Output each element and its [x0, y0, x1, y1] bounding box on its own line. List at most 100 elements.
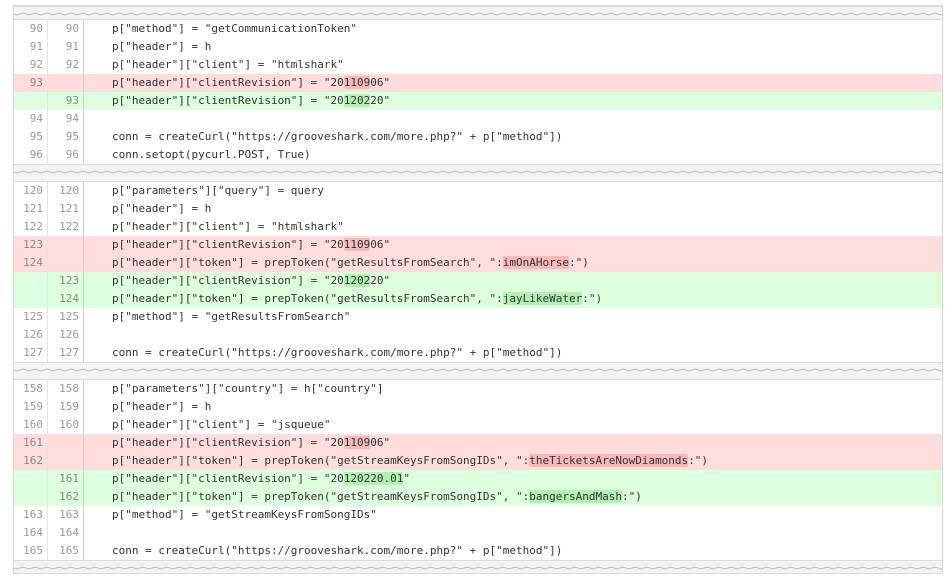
code-segment: p["header"]["clientRevision"] = "20 [112, 76, 344, 89]
code-text: p["method"] = "getCommunicationToken" [84, 20, 942, 38]
code-segment: 06" [370, 436, 391, 449]
new-line-number: 127 [48, 344, 84, 362]
context-line: 127 127 conn = createCurl("https://grooves… [14, 344, 942, 362]
new-line-number [48, 74, 84, 92]
context-line: 164 164 [14, 524, 942, 542]
context-line: 122 122 p["header"]["client"] = "htmlshark… [14, 218, 942, 236]
new-line-number: 96 [48, 146, 84, 164]
old-line-number [14, 470, 48, 488]
changed-token: imOnAHorse [502, 256, 569, 269]
added-line: 123 p["header"]["clientRevision"] = "2012… [14, 272, 942, 290]
old-line-number: 162 [14, 452, 48, 470]
code-text: p["header"]["token"] = prepToken("getStr… [84, 452, 942, 470]
code-text: p["header"]["client"] = "htmlshark" [84, 56, 942, 74]
new-line-number: 120 [48, 182, 84, 200]
code-segment: conn = createCurl("https://grooveshark.c… [112, 346, 563, 359]
code-text: p["header"]["token"] = prepToken("getRes… [84, 290, 942, 308]
old-line-number: 91 [14, 38, 48, 56]
context-line: 120 120 p["parameters"]["query"] = query [14, 182, 942, 200]
old-line-number: 90 [14, 20, 48, 38]
changed-token: 1109 [343, 238, 371, 251]
new-line-number: 162 [48, 488, 84, 506]
context-line: 158 158 p["parameters"]["country"] = h["co… [14, 380, 942, 398]
old-line-number [14, 488, 48, 506]
new-line-number [48, 434, 84, 452]
code-text: conn = createCurl("https://grooveshark.c… [84, 344, 942, 362]
diff-view: 90 90 p["method"] = "getCommunicationToken… [13, 5, 943, 574]
code-segment: p["header"]["clientRevision"] = "20 [112, 274, 344, 287]
code-segment: " [403, 472, 411, 485]
old-line-number: 163 [14, 506, 48, 524]
code-segment: :") [568, 256, 589, 269]
hunk-separator[interactable] [14, 362, 942, 380]
changed-token: 1202 [343, 94, 371, 107]
code-segment: p["header"]["token"] = prepToken("getStr… [112, 490, 530, 503]
old-line-number [14, 92, 48, 110]
changed-token: 1109 [343, 76, 371, 89]
context-line: 96 96 conn.setopt(pycurl.POST, True) [14, 146, 942, 164]
code-text: p["header"]["clientRevision"] = "2011090… [84, 236, 942, 254]
added-line: 161 p["header"]["clientRevision"] = "2012… [14, 470, 942, 488]
code-segment: conn.setopt(pycurl.POST, True) [112, 148, 311, 161]
changed-token: jayLikeWater [502, 292, 583, 305]
code-segment: p["method"] = "getResultsFromSearch" [112, 310, 351, 323]
old-line-number: 120 [14, 182, 48, 200]
old-line-number: 161 [14, 434, 48, 452]
new-line-number: 93 [48, 92, 84, 110]
context-line: 90 90 p["method"] = "getCommunicationToken… [14, 20, 942, 38]
code-segment: p["header"]["clientRevision"] = "20 [112, 238, 344, 251]
old-line-number [14, 272, 48, 290]
context-line: 92 92 p["header"]["client"] = "htmlshark" [14, 56, 942, 74]
code-text: p["header"]["clientRevision"] = "2011090… [84, 74, 942, 92]
code-segment: p["method"] = "getCommunicationToken" [112, 22, 358, 35]
code-text: p["header"] = h [84, 398, 942, 416]
context-line: 125 125 p["method"] = "getResultsFromSearc… [14, 308, 942, 326]
new-line-number: 121 [48, 200, 84, 218]
deleted-line: 93 p["header"]["clientRevision"] = "20110… [14, 74, 942, 92]
hunk-separator[interactable] [14, 560, 942, 574]
new-line-number: 165 [48, 542, 84, 560]
code-segment: p["header"]["token"] = prepToken("getStr… [112, 454, 530, 467]
code-segment: p["header"]["clientRevision"] = "20 [112, 436, 344, 449]
old-line-number: 165 [14, 542, 48, 560]
context-line: 163 163 p["method"] = "getStreamKeysFromSo… [14, 506, 942, 524]
code-segment: conn = createCurl("https://grooveshark.c… [112, 544, 563, 557]
old-line-number: 122 [14, 218, 48, 236]
old-line-number: 92 [14, 56, 48, 74]
deleted-line: 124 p["header"]["token"] = prepToken("get… [14, 254, 942, 272]
code-segment: p["header"]["client"] = "htmlshark" [112, 58, 344, 71]
changed-token: 1109 [343, 436, 371, 449]
new-line-number: 94 [48, 110, 84, 128]
code-segment: p["parameters"]["query"] = query [112, 184, 324, 197]
hunk-separator[interactable] [14, 164, 942, 182]
code-text: p["method"] = "getStreamKeysFromSongIDs" [84, 506, 942, 524]
old-line-number: 96 [14, 146, 48, 164]
new-line-number [48, 254, 84, 272]
new-line-number: 125 [48, 308, 84, 326]
code-segment: 06" [370, 76, 391, 89]
old-line-number: 126 [14, 326, 48, 344]
added-line: 93 p["header"]["clientRevision"] = "20120… [14, 92, 942, 110]
added-line: 162 p["header"]["token"] = prepToken("get… [14, 488, 942, 506]
old-line-number: 94 [14, 110, 48, 128]
context-line: 165 165 conn = createCurl("https://grooves… [14, 542, 942, 560]
code-text: conn.setopt(pycurl.POST, True) [84, 146, 942, 164]
context-line: 91 91 p["header"] = h [14, 38, 942, 56]
deleted-line: 161 p["header"]["clientRevision"] = "2011… [14, 434, 942, 452]
code-segment: 20" [370, 94, 391, 107]
old-line-number: 158 [14, 380, 48, 398]
code-text: p["header"]["clientRevision"] = "2012022… [84, 272, 942, 290]
hunk-separator[interactable] [14, 6, 942, 20]
new-line-number: 158 [48, 380, 84, 398]
code-text: p["header"] = h [84, 200, 942, 218]
code-text: p["parameters"]["query"] = query [84, 182, 942, 200]
code-segment: p["header"] = h [112, 202, 212, 215]
new-line-number: 159 [48, 398, 84, 416]
new-line-number: 163 [48, 506, 84, 524]
code-text: p["header"]["clientRevision"] = "2012022… [84, 470, 942, 488]
code-text: conn = createCurl("https://grooveshark.c… [84, 542, 942, 560]
code-segment: p["method"] = "getStreamKeysFromSongIDs" [112, 508, 377, 521]
